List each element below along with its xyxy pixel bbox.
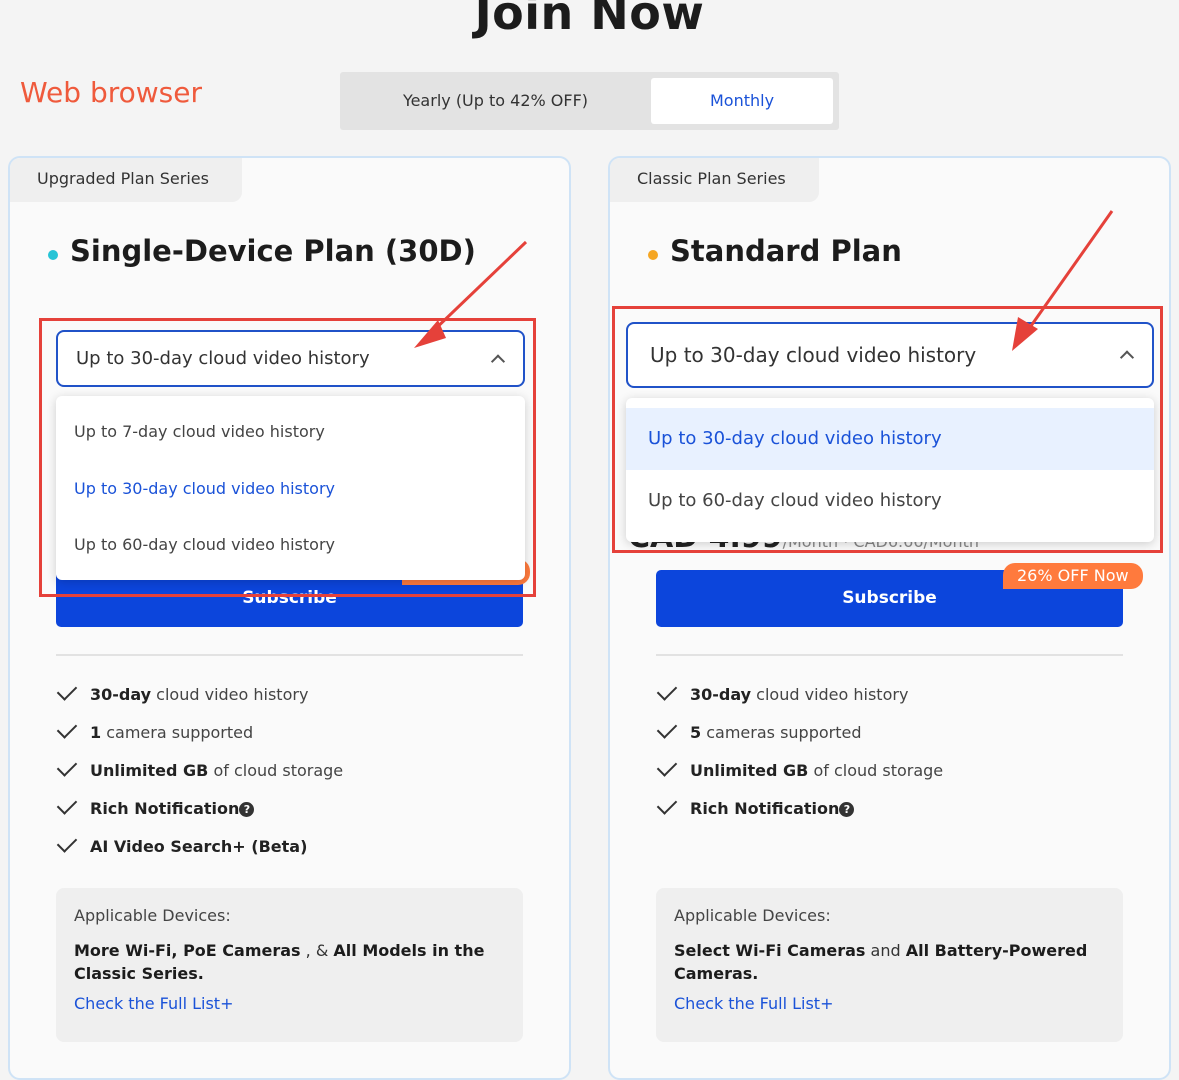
feature-item: 5 cameras supported	[656, 718, 943, 758]
history-option[interactable]: Up to 7-day cloud video history	[56, 396, 525, 454]
series-tab: Classic Plan Series	[610, 158, 819, 202]
chevron-up-icon	[490, 353, 506, 369]
yearly-toggle-option[interactable]: Yearly (Up to 42% OFF)	[340, 72, 651, 130]
page-title: Join Now	[474, 0, 705, 40]
checkmark-icon	[656, 794, 678, 815]
checkmark-icon	[56, 680, 78, 701]
feature-list: 30-day cloud video history 5 cameras sup…	[656, 680, 943, 834]
history-select-value: Up to 30-day cloud video history	[650, 343, 977, 367]
plan-dot-icon	[48, 250, 58, 260]
feature-item: 30-day cloud video history	[656, 680, 943, 720]
plan-dot-icon	[648, 250, 658, 260]
devices-text: Select Wi-Fi Cameras and All Battery-Pow…	[674, 941, 1088, 983]
plan-card-standard: Classic Plan Series Standard Plan CAD 4.…	[608, 156, 1171, 1080]
chevron-up-icon	[1119, 350, 1135, 365]
checkmark-icon	[656, 756, 678, 777]
billing-toggle: Yearly (Up to 42% OFF) Monthly	[340, 72, 839, 130]
devices-text: More Wi-Fi, PoE Cameras , & All Models i…	[74, 941, 485, 983]
checkmark-icon	[56, 756, 78, 777]
full-list-link[interactable]: Check the Full List+	[74, 994, 233, 1013]
series-tab: Upgraded Plan Series	[10, 158, 242, 202]
history-select-value: Up to 30-day cloud video history	[76, 348, 370, 369]
history-select[interactable]: Up to 30-day cloud video history	[626, 322, 1154, 388]
feature-item: Unlimited GB of cloud storage	[656, 756, 943, 796]
applicable-devices: Applicable Devices: More Wi-Fi, PoE Came…	[56, 888, 523, 1042]
monthly-toggle-option[interactable]: Monthly	[651, 78, 833, 124]
feature-item: AI Video Search+ (Beta)	[56, 832, 343, 872]
feature-list: 30-day cloud video history 1 camera supp…	[56, 680, 343, 872]
help-icon[interactable]: ?	[239, 802, 255, 817]
platform-label: Web browser	[20, 76, 202, 109]
discount-badge: 26% OFF Now	[1003, 563, 1143, 589]
history-option-selected[interactable]: Up to 30-day cloud video history	[626, 408, 1154, 470]
history-option[interactable]: Up to 60-day cloud video history	[56, 510, 525, 566]
history-dropdown: Up to 7-day cloud video history Up to 30…	[56, 396, 525, 580]
plan-card-single-device: Upgraded Plan Series Single-Device Plan …	[8, 156, 571, 1080]
applicable-devices: Applicable Devices: Select Wi-Fi Cameras…	[656, 888, 1123, 1042]
feature-item: Rich Notification?	[656, 794, 943, 834]
checkmark-icon	[656, 718, 678, 739]
checkmark-icon	[56, 794, 78, 815]
full-list-link[interactable]: Check the Full List+	[674, 994, 833, 1013]
feature-item: 30-day cloud video history	[56, 680, 343, 720]
help-icon[interactable]: ?	[839, 802, 855, 817]
divider	[656, 654, 1123, 656]
divider	[56, 654, 523, 656]
checkmark-icon	[56, 718, 78, 739]
plan-name: Single-Device Plan (30D)	[70, 234, 476, 268]
devices-title: Applicable Devices:	[74, 906, 231, 925]
feature-item: Unlimited GB of cloud storage	[56, 756, 343, 796]
history-select[interactable]: Up to 30-day cloud video history	[56, 330, 525, 387]
checkmark-icon	[656, 680, 678, 701]
feature-item: 1 camera supported	[56, 718, 343, 758]
plan-name: Standard Plan	[670, 234, 902, 268]
history-dropdown: Up to 30-day cloud video history Up to 6…	[626, 398, 1154, 542]
checkmark-icon	[56, 832, 78, 853]
devices-title: Applicable Devices:	[674, 906, 831, 925]
history-option[interactable]: Up to 60-day cloud video history	[626, 470, 1154, 532]
history-option-selected[interactable]: Up to 30-day cloud video history	[56, 454, 525, 510]
feature-item: Rich Notification?	[56, 794, 343, 834]
